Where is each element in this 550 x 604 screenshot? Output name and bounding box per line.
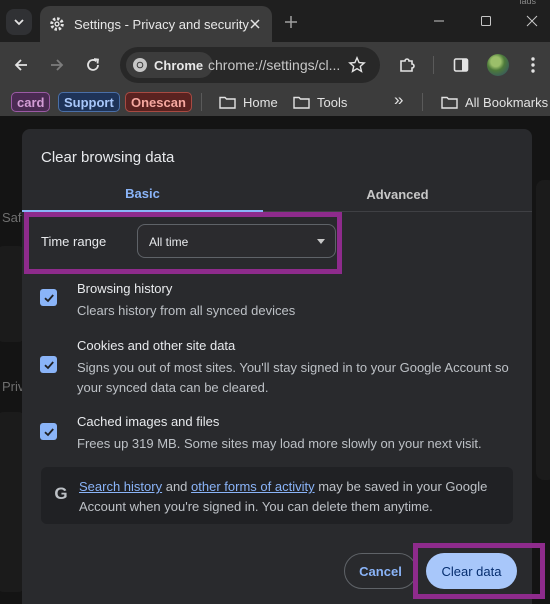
close-icon (526, 15, 538, 27)
option-title: Cached images and files (77, 414, 220, 429)
folder-icon (441, 96, 458, 109)
site-info-chip[interactable]: Chrome (126, 52, 214, 78)
corner-text: lads (519, 0, 536, 6)
more-vert-icon (531, 57, 535, 73)
tab-settings[interactable]: Settings - Privacy and security (40, 6, 272, 42)
cached-images-checkbox[interactable] (40, 423, 57, 440)
maximize-button[interactable] (479, 14, 493, 28)
bookmark-folder-home[interactable]: Home (219, 92, 278, 112)
bookmarks-bar: card Support Onescan Home Tools » All Bo… (0, 88, 550, 116)
minimize-icon (434, 20, 444, 22)
all-bookmarks-label: All Bookmarks (465, 94, 549, 110)
option-title: Cookies and other site data (77, 338, 236, 353)
close-icon[interactable] (247, 16, 263, 32)
browsing-history-checkbox[interactable] (40, 289, 57, 306)
address-bar[interactable]: Chrome chrome://settings/cl... (120, 47, 380, 83)
side-panel-button[interactable] (450, 54, 472, 76)
google-g-icon: G (54, 484, 68, 503)
all-bookmarks-button[interactable]: All Bookmarks (441, 92, 548, 112)
backdrop-fragment: Saf (2, 210, 22, 225)
bookmarks-overflow-button[interactable]: » (394, 90, 403, 110)
cookies-checkbox[interactable] (40, 356, 57, 373)
chevron-double-right-icon: » (394, 90, 404, 109)
check-icon (43, 427, 54, 436)
side-panel-icon (453, 58, 469, 72)
option-description: Signs you out of most sites. You'll stay… (77, 360, 509, 395)
chrome-logo-icon (133, 58, 147, 72)
cancel-button-label: Cancel (359, 563, 402, 579)
tab-label: Advanced (366, 186, 429, 202)
maximize-icon (481, 16, 491, 26)
option-description: Clears history from all synced devices (77, 303, 296, 318)
bookmark-folder-label: Home (243, 94, 278, 110)
title-bar: Settings - Privacy and security lads (0, 0, 550, 42)
dialog-tabs: Basic Advanced (22, 176, 532, 212)
bookmark-label: Support (64, 94, 114, 110)
tab-advanced[interactable]: Advanced (277, 176, 518, 212)
tab-label: Basic (125, 185, 160, 201)
google-account-notice: G Search history and other forms of acti… (41, 467, 513, 524)
notice-text: Search history and other forms of activi… (79, 477, 503, 517)
bookmark-folder-label: Tools (317, 94, 348, 110)
highlight-clear-data (413, 543, 545, 599)
arrow-left-icon (14, 59, 27, 71)
bookmarks-divider (201, 93, 202, 111)
forward-button[interactable] (46, 54, 68, 76)
back-button[interactable] (10, 54, 32, 76)
plus-icon (285, 16, 297, 28)
clear-browsing-data-dialog: Clear browsing data Basic Advanced Time … (22, 129, 532, 604)
cancel-button[interactable]: Cancel (344, 553, 417, 589)
tab-search-button[interactable] (6, 9, 32, 35)
folder-icon (219, 96, 236, 109)
window-close-button[interactable] (525, 14, 539, 28)
reload-icon (87, 58, 100, 71)
other-activity-link[interactable]: other forms of activity (191, 479, 315, 494)
tab-title: Settings - Privacy and security (74, 16, 249, 32)
toolbar-divider (433, 56, 434, 74)
url-text[interactable]: chrome://settings/cl... (208, 57, 340, 73)
notice-text-mid: and (165, 479, 188, 494)
check-icon (43, 360, 54, 369)
folder-icon (293, 96, 310, 109)
profile-avatar[interactable] (487, 54, 509, 76)
minimize-button[interactable] (432, 14, 446, 28)
star-icon[interactable] (348, 56, 366, 74)
toolbar: Chrome chrome://settings/cl... (0, 42, 550, 88)
reload-button[interactable] (82, 54, 104, 76)
bookmark-support[interactable]: Support (58, 92, 120, 112)
chip-label: Chrome (154, 57, 204, 73)
bookmark-label: Onescan (131, 94, 186, 110)
arrow-right-icon (51, 59, 64, 71)
puzzle-icon (400, 58, 415, 72)
backdrop-card (536, 180, 550, 480)
dialog-title: Clear browsing data (41, 149, 175, 166)
bookmark-card[interactable]: card (11, 92, 51, 112)
chevron-down-icon (14, 19, 24, 26)
tab-basic[interactable]: Basic (22, 176, 263, 212)
bookmark-label: card (17, 94, 45, 110)
option-description: Frees up 319 MB. Some sites may load mor… (77, 436, 482, 451)
extensions-button[interactable] (396, 54, 418, 76)
new-tab-button[interactable] (282, 13, 300, 31)
bookmark-folder-tools[interactable]: Tools (293, 92, 347, 112)
gear-icon (50, 17, 64, 31)
menu-button[interactable] (522, 54, 544, 76)
option-title: Browsing history (77, 281, 173, 296)
highlight-time-range (24, 212, 342, 274)
bookmark-onescan[interactable]: Onescan (125, 92, 192, 112)
search-history-link[interactable]: Search history (79, 479, 162, 494)
check-icon (43, 293, 54, 302)
bookmarks-divider (422, 93, 423, 111)
